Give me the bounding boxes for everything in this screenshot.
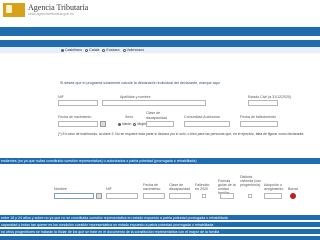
descendants-table: Nombre NIF Fecha de nacimiento Clase de …: [50, 173, 320, 203]
radio-icon: [84, 48, 88, 52]
column-header-adoption: Adopción o acogimiento: [264, 183, 284, 191]
column-header-delete: Borrar: [288, 187, 298, 191]
column-header-separate-home: Distinta vivienda (con progenitor/a): [240, 175, 262, 187]
top-navigation-bar: [0, 27, 320, 36]
radio-icon: [102, 48, 106, 52]
calendar-icon[interactable]: [100, 121, 106, 127]
disability-select[interactable]: [146, 121, 174, 127]
language-selector: [0, 47, 320, 53]
footer-line-3: no otros progenitores se tratarán la tit…: [1, 229, 220, 234]
descendant-name-input[interactable]: [54, 193, 94, 199]
language-option-catala[interactable]: Català: [84, 48, 99, 52]
label-sex: Sexo: [125, 115, 134, 119]
label-nif: NIF: [58, 95, 64, 99]
language-option-castellano[interactable]: Castellano: [61, 48, 82, 52]
sex-option-male[interactable]: Varón: [118, 122, 131, 126]
page-header: Agencia Tributaria sede.agenciatributari…: [0, 0, 320, 26]
region-select[interactable]: [184, 121, 230, 127]
label-civil-status: Estado Civil (a 31/12/2020): [248, 95, 292, 99]
agency-name: Agencia Tributaria: [28, 3, 89, 12]
column-header-nif: NIF: [106, 187, 112, 191]
label-birth-date: Fecha de nacimiento: [58, 115, 92, 119]
death-date-input[interactable]: [240, 121, 278, 127]
column-header-name: Nombre: [54, 187, 67, 191]
language-option-euskara[interactable]: Euskara: [102, 48, 120, 52]
descendant-adoption-select[interactable]: [264, 193, 282, 199]
descendants-header: endientes (no ya que no/las constituido …: [1, 159, 197, 163]
birth-date-input[interactable]: [58, 121, 98, 127]
descendant-nif-input[interactable]: [106, 193, 138, 199]
delete-icon[interactable]: [290, 193, 296, 199]
radio-icon: [122, 48, 126, 52]
language-option-valenciano[interactable]: Valenciano: [122, 48, 144, 52]
label-name: Apellidos y nombre: [120, 95, 151, 99]
descendant-deceased-checkbox[interactable]: [202, 194, 206, 198]
label-disability: Clase de discapacidad: [146, 111, 167, 120]
nif-input[interactable]: [58, 100, 98, 106]
logo-emblem-icon: [6, 5, 12, 13]
radio-icon: [118, 122, 121, 126]
label-region: Comunidad Autónoma: [184, 115, 220, 119]
label-death-date: Fecha de fallecimiento: [240, 115, 276, 119]
descendant-disability-select[interactable]: [169, 193, 191, 199]
search-icon[interactable]: [96, 193, 102, 199]
radio-icon: [61, 48, 64, 52]
radio-icon: [133, 122, 137, 126]
descendant-birth-input[interactable]: [143, 193, 165, 199]
descendant-family-unit-select[interactable]: [220, 193, 234, 199]
civil-status-select[interactable]: [248, 100, 278, 106]
name-input[interactable]: [102, 100, 206, 106]
footer-line-2: capacidad y todos tan querer es los cond…: [1, 222, 214, 227]
column-header-birth: Fecha de nacimiento: [143, 183, 161, 191]
sex-option-female[interactable]: Mujer: [133, 122, 146, 126]
agency-subtitle: sede.agenciatributaria.gob.es: [28, 12, 74, 16]
help-text: (*) En caso de matrimonio, la clave 2: N…: [58, 132, 305, 136]
footer-bar-4: [0, 236, 320, 240]
declarant-note: Si desea que el programa solamente calcu…: [60, 81, 220, 85]
footer-line-1: entre 18 y 24 años y sobre no ya que no …: [1, 215, 228, 220]
column-header-disability: Clase de discapacidad: [169, 183, 190, 191]
column-header-deceased: Fallecido en 2020: [195, 183, 210, 191]
descendant-separate-home-checkbox[interactable]: [248, 194, 252, 198]
